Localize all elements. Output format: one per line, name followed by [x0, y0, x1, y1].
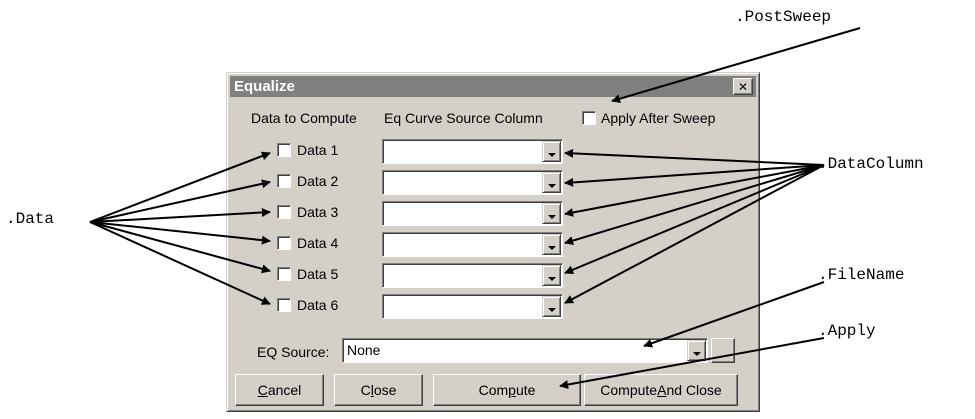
annotation-apply: .Apply: [818, 322, 876, 340]
data-3-column-combo[interactable]: [382, 201, 563, 226]
data-5-dropdown-button[interactable]: [542, 265, 561, 286]
data-5-column-combo[interactable]: [382, 263, 563, 288]
eq-source-value: None: [347, 342, 381, 358]
data-2-column-combo[interactable]: [382, 170, 563, 195]
compute-button[interactable]: Com p ute: [433, 374, 581, 406]
close-label-post: ose: [373, 382, 397, 398]
cancel-label-post: ancel: [267, 382, 302, 398]
chevron-down-icon: [548, 277, 556, 281]
annotation-datacolumn: .DataColumn: [818, 155, 924, 173]
close-label-pre: C: [360, 382, 371, 398]
eq-source-label: EQ Source:: [257, 344, 330, 360]
data-6-column-combo[interactable]: [382, 294, 563, 319]
data-3-dropdown-button[interactable]: [542, 203, 561, 224]
annotation-postsweep: .PostSweep: [735, 8, 832, 26]
data-3-label: Data 3: [297, 204, 339, 220]
annotation-filename: .FileName: [818, 266, 905, 284]
browse-button[interactable]: [711, 338, 735, 363]
header-data-to-compute: Data to Compute: [251, 110, 357, 126]
data-4-column-combo[interactable]: [382, 232, 563, 257]
compute-and-close-button[interactable]: Compute And Close: [584, 374, 738, 406]
apply-after-sweep-label: Apply After Sweep: [601, 110, 716, 126]
header-eq-curve-source-column: Eq Curve Source Column: [384, 110, 543, 126]
close-window-button[interactable]: ✕: [733, 78, 753, 95]
chevron-down-icon: [548, 308, 556, 312]
title-bar: Equalize ✕: [230, 76, 756, 97]
eq-source-combo[interactable]: None: [342, 338, 708, 363]
chevron-down-icon: [548, 215, 556, 219]
compute-label-accel: p: [508, 382, 516, 398]
cancel-button[interactable]: Cancel: [235, 374, 324, 406]
data-6-dropdown-button[interactable]: [542, 296, 561, 317]
equalize-dialog: Equalize ✕ Data to Compute Eq Curve Sour…: [226, 72, 760, 412]
chevron-down-icon: [548, 184, 556, 188]
data-5-label: Data 5: [297, 266, 339, 282]
data-2-checkbox[interactable]: [277, 174, 291, 188]
eq-source-dropdown-button[interactable]: [687, 340, 706, 361]
annotation-data: .Data: [6, 210, 55, 228]
data-2-label: Data 2: [297, 173, 339, 189]
chevron-down-icon: [548, 153, 556, 157]
apply-after-sweep-checkbox[interactable]: [582, 111, 596, 125]
data-4-checkbox[interactable]: [277, 236, 291, 250]
dialog-title: Equalize: [234, 78, 295, 95]
data-3-checkbox[interactable]: [277, 205, 291, 219]
data-6-label: Data 6: [297, 297, 339, 313]
compute-label-post: ute: [515, 382, 536, 398]
cancel-label-accel: C: [257, 382, 268, 398]
chevron-down-icon: [693, 352, 701, 356]
data-6-checkbox[interactable]: [277, 298, 291, 312]
data-1-checkbox[interactable]: [277, 143, 291, 157]
data-1-label: Data 1: [297, 142, 339, 158]
compute-label-pre: Com: [478, 382, 509, 398]
compute-and-close-label-post: nd Close: [666, 382, 722, 398]
close-button[interactable]: Cl ose: [334, 374, 423, 406]
data-1-column-combo[interactable]: [382, 139, 563, 164]
data-5-checkbox[interactable]: [277, 267, 291, 281]
data-4-dropdown-button[interactable]: [542, 234, 561, 255]
compute-and-close-label-accel: A: [657, 382, 667, 398]
data-1-dropdown-button[interactable]: [542, 141, 561, 162]
close-icon: ✕: [737, 79, 749, 94]
chevron-down-icon: [548, 246, 556, 250]
data-2-dropdown-button[interactable]: [542, 172, 561, 193]
data-4-label: Data 4: [297, 235, 339, 251]
compute-and-close-label-pre: Compute: [600, 382, 658, 398]
